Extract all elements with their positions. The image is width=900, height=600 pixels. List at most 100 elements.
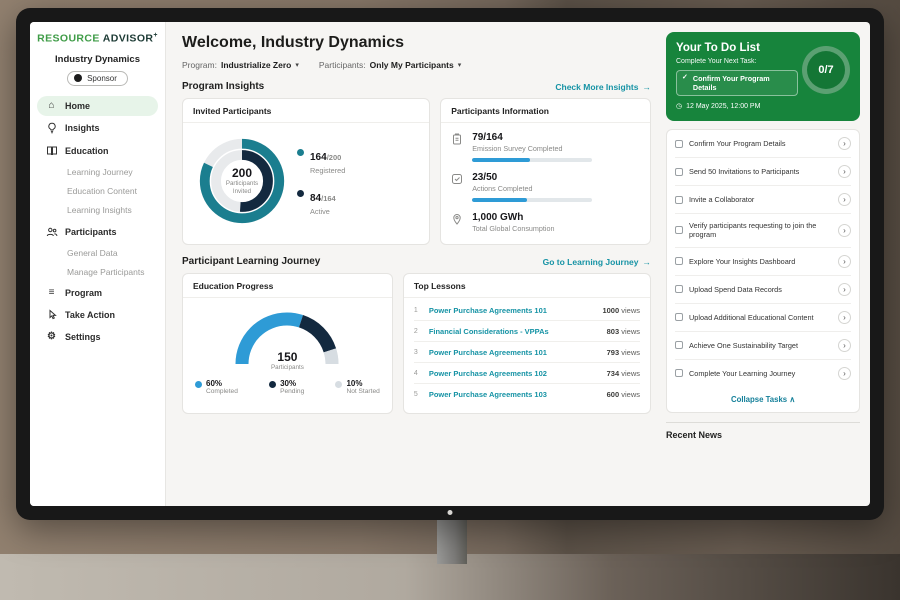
todo-task-row[interactable]: Upload Additional Educational Content ›: [675, 304, 851, 332]
task-checkbox[interactable]: [675, 369, 683, 377]
logo-plus: +: [153, 32, 158, 39]
participants-dropdown[interactable]: Participants: Only My Participants ▾: [319, 60, 461, 70]
sidebar-item-manage-participants[interactable]: Manage Participants: [37, 263, 158, 282]
top-lessons-card: Top Lessons 1 Power Purchase Agreements …: [403, 273, 651, 414]
todo-task-row[interactable]: Verify participants requesting to join t…: [675, 214, 851, 248]
task-checkbox[interactable]: [675, 313, 683, 321]
lesson-rank: 5: [414, 391, 422, 398]
lesson-rank: 3: [414, 349, 422, 356]
sponsor-icon: [74, 74, 82, 82]
lesson-row: 1 Power Purchase Agreements 101 1000 vie…: [414, 300, 640, 321]
monitor-power-led: [448, 510, 453, 515]
sidebar-item-learning-insights[interactable]: Learning Insights: [37, 201, 158, 220]
monitor-bezel: RESOURCE ADVISOR+ Industry Dynamics Spon…: [16, 8, 884, 520]
chevron-right-icon[interactable]: ›: [838, 137, 851, 150]
donut-legend: 164/200 Registered 84/164 Active: [297, 147, 345, 216]
task-checkbox[interactable]: [675, 285, 683, 293]
list-icon: ≡: [45, 288, 58, 298]
sidebar-item-participants[interactable]: Participants: [37, 221, 158, 243]
task-checkbox[interactable]: [675, 140, 683, 148]
participants-filter-value: Only My Participants: [370, 60, 454, 70]
card-title: Participants Information: [441, 99, 650, 123]
legend-item-pending: 30% Pending: [269, 379, 304, 395]
sidebar-item-insights[interactable]: Insights: [37, 117, 158, 139]
todo-task-row[interactable]: Complete Your Learning Journey ›: [675, 360, 851, 387]
link-label: Check More Insights: [555, 82, 638, 92]
sidebar-item-program[interactable]: ≡ Program: [37, 283, 158, 303]
legend-total: /200: [327, 153, 342, 162]
sidebar-item-label: Take Action: [65, 310, 115, 320]
task-checkbox[interactable]: [675, 226, 683, 234]
task-checkbox[interactable]: [675, 257, 683, 265]
lesson-link[interactable]: Financial Considerations - VPPAs: [429, 327, 600, 336]
todo-task-row[interactable]: Confirm Your Program Details ›: [675, 130, 851, 158]
todo-task-row[interactable]: Upload Spend Data Records ›: [675, 276, 851, 304]
views-word: views: [621, 306, 640, 315]
legend-label: Completed: [206, 388, 238, 395]
sidebar-item-home[interactable]: ⌂ Home: [37, 96, 158, 116]
lesson-link[interactable]: Power Purchase Agreements 101: [429, 348, 600, 357]
learning-cards: Education Progress 150 Particip: [182, 273, 651, 414]
sponsor-badge[interactable]: Sponsor: [67, 71, 128, 86]
chevron-right-icon[interactable]: ›: [838, 224, 851, 237]
chevron-right-icon[interactable]: ›: [838, 339, 851, 352]
lesson-link[interactable]: Power Purchase Agreements 103: [429, 390, 600, 399]
main-content: Welcome, Industry Dynamics Program: Indu…: [166, 22, 664, 506]
legend-value: 10%: [346, 379, 379, 388]
sidebar-item-learning-journey[interactable]: Learning Journey: [37, 163, 158, 182]
chevron-right-icon[interactable]: ›: [838, 367, 851, 380]
legend-value: 30%: [280, 379, 304, 388]
todo-summary-card: Your To Do List Complete Your Next Task:…: [666, 32, 860, 121]
lesson-views: 793: [607, 348, 620, 357]
task-checkbox[interactable]: [675, 341, 683, 349]
chevron-right-icon[interactable]: ›: [838, 193, 851, 206]
lesson-rank: 2: [414, 328, 422, 335]
donut-center-label: Participants Invited: [219, 180, 265, 196]
card-title: Invited Participants: [183, 99, 429, 123]
todo-task-row[interactable]: Explore Your Insights Dashboard ›: [675, 248, 851, 276]
lesson-link[interactable]: Power Purchase Agreements 102: [429, 369, 600, 378]
chevron-up-icon: ∧: [789, 395, 795, 404]
todo-next-task[interactable]: ✓ Confirm Your Program Details: [676, 70, 798, 96]
sidebar-item-education[interactable]: Education: [37, 140, 158, 162]
check-more-insights-link[interactable]: Check More Insights →: [555, 82, 651, 92]
app-logo: RESOURCE ADVISOR+: [37, 32, 158, 45]
recent-news-heading: Recent News: [666, 422, 860, 440]
legend-label: Registered: [310, 166, 345, 175]
chevron-right-icon[interactable]: ›: [838, 283, 851, 296]
lesson-row: 3 Power Purchase Agreements 101 793 view…: [414, 342, 640, 363]
stat-label: Actions Completed: [472, 184, 592, 193]
go-to-learning-journey-link[interactable]: Go to Learning Journey →: [543, 257, 651, 267]
task-checkbox[interactable]: [675, 196, 683, 204]
sidebar-item-general-data[interactable]: General Data: [37, 244, 158, 263]
todo-subtitle: Complete Your Next Task:: [676, 58, 796, 65]
program-insights-cards: Invited Participants 200 Partic: [182, 98, 651, 245]
legend-label: Not Started: [346, 388, 379, 395]
todo-task-row[interactable]: Send 50 Invitations to Participants ›: [675, 158, 851, 186]
lesson-link[interactable]: Power Purchase Agreements 101: [429, 306, 596, 315]
collapse-tasks-button[interactable]: Collapse Tasks ∧: [675, 387, 851, 412]
program-dropdown[interactable]: Program: Industrialize Zero ▾: [182, 60, 299, 70]
chevron-right-icon[interactable]: ›: [838, 165, 851, 178]
chevron-right-icon[interactable]: ›: [838, 311, 851, 324]
invited-participants-card: Invited Participants 200 Partic: [182, 98, 430, 245]
card-title: Education Progress: [183, 274, 392, 298]
todo-task-row[interactable]: Invite a Collaborator ›: [675, 186, 851, 214]
sidebar-item-settings[interactable]: ⚙ Settings: [37, 327, 158, 347]
clock-icon: ◷: [676, 102, 682, 110]
lesson-views: 1000: [602, 306, 619, 315]
dashboard-screen: RESOURCE ADVISOR+ Industry Dynamics Spon…: [30, 22, 870, 506]
lesson-views: 600: [607, 390, 620, 399]
sidebar-item-take-action[interactable]: Take Action: [37, 304, 158, 326]
sidebar-item-label: Insights: [65, 123, 100, 133]
chevron-right-icon[interactable]: ›: [838, 255, 851, 268]
stat-value: 1,000 GWh: [472, 212, 554, 223]
chevron-down-icon: ▾: [458, 61, 462, 69]
task-checkbox[interactable]: [675, 168, 683, 176]
sidebar-item-education-content[interactable]: Education Content: [37, 182, 158, 201]
next-task-label: Confirm Your Program Details: [693, 74, 792, 92]
todo-task-row[interactable]: Achieve One Sustainability Target ›: [675, 332, 851, 360]
clipboard-icon: [451, 132, 464, 162]
chevron-down-icon: ▾: [295, 61, 299, 69]
todo-task-list: Confirm Your Program Details › Send 50 I…: [666, 129, 860, 413]
